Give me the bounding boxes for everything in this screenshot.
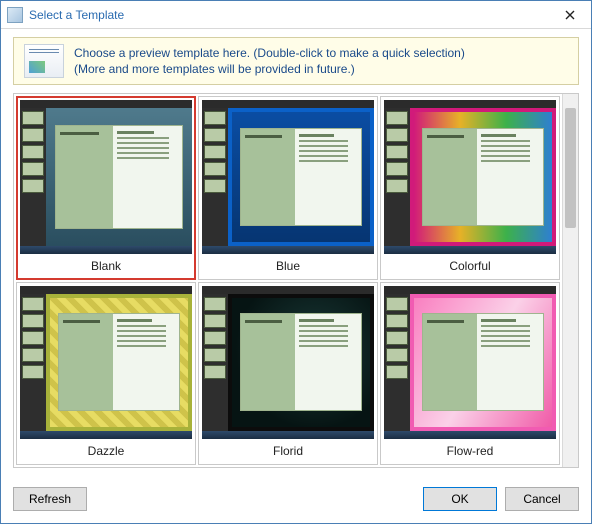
ok-button[interactable]: OK (423, 487, 497, 511)
template-gallery: Blank Blue Colorful Dazzle Florid Flow-red (13, 93, 579, 468)
scrollbar[interactable] (562, 94, 578, 467)
template-label: Florid (202, 439, 374, 461)
template-label: Colorful (384, 254, 556, 276)
close-button[interactable] (555, 5, 585, 25)
template-thumbnail (202, 100, 374, 254)
slide-stage (228, 108, 374, 246)
info-line-1: Choose a preview template here. (Double-… (74, 45, 465, 61)
template-label: Flow-red (384, 439, 556, 461)
filmstrip-icon (202, 294, 228, 432)
filmstrip-icon (384, 294, 410, 432)
template-label: Blue (202, 254, 374, 276)
template-grid: Blank Blue Colorful Dazzle Florid Flow-red (14, 94, 562, 467)
filmstrip-icon (20, 108, 46, 246)
filmstrip-icon (202, 108, 228, 246)
template-thumbnail (20, 286, 192, 440)
template-preview-icon (24, 44, 64, 78)
template-cell[interactable]: Florid (198, 282, 378, 466)
template-cell[interactable]: Flow-red (380, 282, 560, 466)
filmstrip-icon (384, 108, 410, 246)
template-cell[interactable]: Blue (198, 96, 378, 280)
refresh-button[interactable]: Refresh (13, 487, 87, 511)
cancel-button[interactable]: Cancel (505, 487, 579, 511)
scrollbar-thumb[interactable] (565, 108, 576, 228)
info-line-2: (More and more templates will be provide… (74, 61, 465, 77)
template-thumbnail (202, 286, 374, 440)
slide-stage (46, 108, 192, 246)
template-thumbnail (20, 100, 192, 254)
template-label: Blank (20, 254, 192, 276)
close-icon (565, 10, 575, 20)
titlebar: Select a Template (1, 1, 591, 29)
app-icon (7, 7, 23, 23)
template-thumbnail (384, 100, 556, 254)
slide-stage (410, 108, 556, 246)
template-label: Dazzle (20, 439, 192, 461)
filmstrip-icon (20, 294, 46, 432)
template-cell[interactable]: Blank (16, 96, 196, 280)
slide-stage (46, 294, 192, 432)
template-cell[interactable]: Dazzle (16, 282, 196, 466)
info-text: Choose a preview template here. (Double-… (74, 45, 465, 77)
template-cell[interactable]: Colorful (380, 96, 560, 280)
slide-stage (228, 294, 374, 432)
slide-stage (410, 294, 556, 432)
template-thumbnail (384, 286, 556, 440)
window-title: Select a Template (29, 8, 555, 22)
button-row: Refresh OK Cancel (13, 487, 579, 511)
info-panel: Choose a preview template here. (Double-… (13, 37, 579, 85)
